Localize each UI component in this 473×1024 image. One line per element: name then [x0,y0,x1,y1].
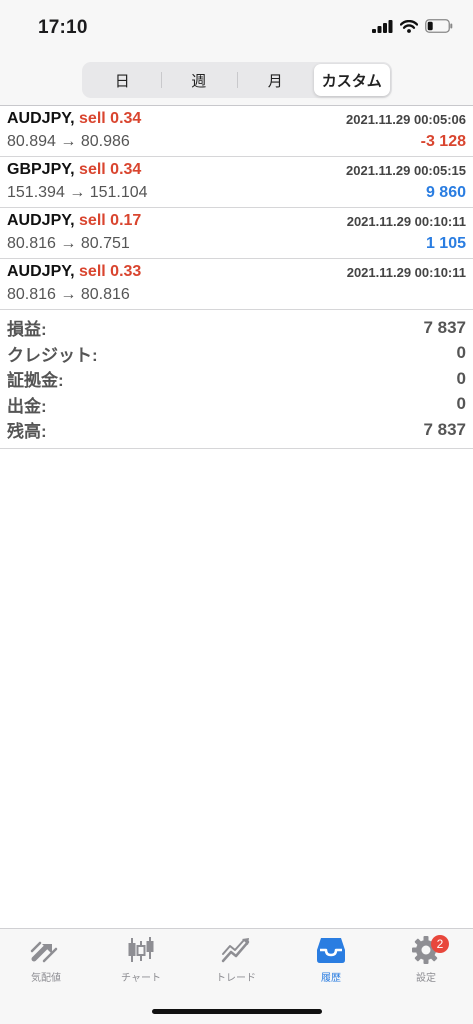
notification-badge: 2 [431,935,449,953]
summary-label: 証拠金: [7,371,64,391]
summary-value: 0 [456,368,466,388]
deal-side: sell 0.33 [79,263,142,280]
account-summary: 損益: 7 837 クレジット: 0 証拠金: 0 出金: 0 残高: 7 83… [0,312,473,449]
tab-settings[interactable]: 設定 2 [386,935,466,991]
deal-prices: 80.816 → 80.751 [7,235,130,252]
tab-history[interactable]: 履歴 [291,935,371,991]
deal-symbol: AUDJPY, [7,263,75,280]
status-time: 17:10 [38,17,88,38]
summary-row-withdrawal: 出金: 0 [0,392,473,418]
deal-profit: -3 128 [420,133,466,150]
summary-value: 0 [456,394,466,414]
segment-day[interactable]: 日 [84,64,161,96]
summary-row-credit: クレジット: 0 [0,341,473,367]
deal-prices: 80.816 → 80.816 [7,286,130,303]
deal-symbol: AUDJPY, [7,110,75,127]
summary-label: 残高: [7,422,47,442]
chart-icon [128,937,154,962]
deal-history-list: AUDJPY, sell 0.34 2021.11.29 00:05:06 80… [0,106,473,310]
deal-time: 2021.11.29 00:05:06 [346,112,466,127]
summary-row-profit: 損益: 7 837 [0,315,473,341]
deal-time: 2021.11.29 00:10:11 [346,214,466,229]
deal-row[interactable]: GBPJPY, sell 0.34 2021.11.29 00:05:15 15… [0,157,473,208]
tab-label: トレード [216,973,256,984]
tab-quotes[interactable]: 気配値 [6,935,86,991]
tab-label: 設定 [416,973,436,984]
deal-time: 2021.11.29 00:05:15 [346,163,466,178]
deal-row[interactable]: AUDJPY, sell 0.33 2021.11.29 00:10:11 80… [0,259,473,310]
deal-prices: 80.894 → 80.986 [7,133,130,150]
tab-label: チャート [121,973,161,984]
deal-profit: 1 105 [425,235,466,252]
status-icons [372,19,453,33]
deal-symbol: GBPJPY, [7,161,75,178]
cellular-signal-icon [372,19,393,33]
segment-month[interactable]: 月 [237,64,314,96]
tab-chart[interactable]: チャート [101,935,181,991]
top-bar: 17:10 日 週 月 カスタム [0,0,473,106]
summary-value: 7 837 [423,317,466,337]
period-segmented-control: 日 週 月 カスタム [82,62,392,98]
status-bar: 17:10 [0,0,473,52]
summary-value: 7 837 [423,419,466,439]
deal-prices: 151.394 → 151.104 [7,184,148,201]
history-icon [317,938,345,963]
tab-label: 履歴 [321,973,341,984]
summary-label: 損益: [7,320,47,340]
summary-row-deposit: 証拠金: 0 [0,366,473,392]
deal-side: sell 0.34 [79,161,142,178]
tab-trade[interactable]: トレード [196,935,276,991]
summary-row-balance: 残高: 7 837 [0,417,473,443]
trade-icon [221,938,250,963]
summary-value: 0 [456,343,466,363]
wifi-icon [400,19,418,33]
segment-week[interactable]: 週 [160,64,238,96]
deal-side: sell 0.34 [79,110,142,127]
deal-side: sell 0.17 [79,212,142,229]
battery-icon [425,19,453,33]
deal-row[interactable]: AUDJPY, sell 0.34 2021.11.29 00:05:06 80… [0,106,473,157]
quotes-icon [30,941,58,963]
tab-label: 気配値 [31,973,61,984]
home-indicator [152,1009,322,1014]
deal-symbol: AUDJPY, [7,212,75,229]
deal-profit: 9 860 [425,184,466,201]
deal-time: 2021.11.29 00:10:11 [346,265,466,280]
summary-label: クレジット: [7,345,98,365]
deal-row[interactable]: AUDJPY, sell 0.17 2021.11.29 00:10:11 80… [0,208,473,259]
segment-custom[interactable]: カスタム [313,64,390,96]
summary-label: 出金: [7,396,47,416]
